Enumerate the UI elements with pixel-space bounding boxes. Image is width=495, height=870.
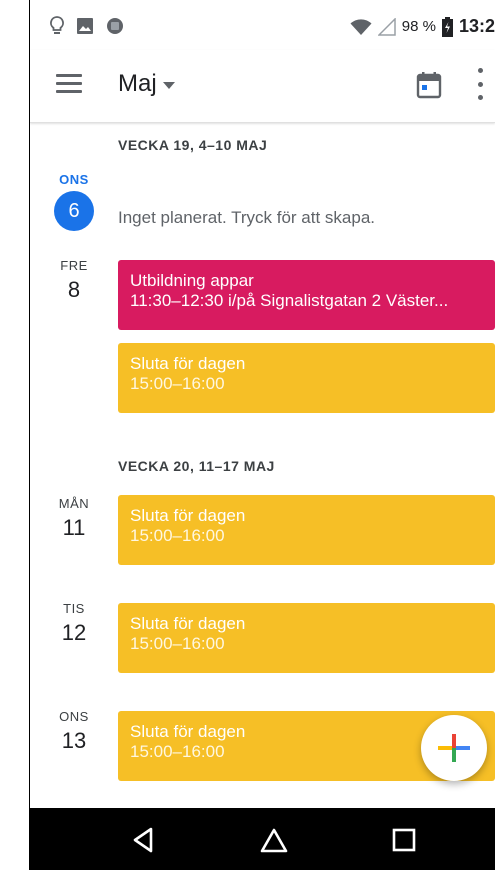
signal-icon — [377, 17, 396, 36]
battery-icon — [441, 16, 453, 37]
app-icon — [107, 18, 123, 34]
status-bar: 98 % 13:2 — [30, 0, 495, 50]
day-ons-6[interactable]: ONS 6 — [44, 172, 104, 231]
plus-icon — [438, 734, 470, 762]
battery-percent: 98 % — [401, 18, 436, 35]
today-date-badge: 6 — [54, 191, 94, 231]
day-number: 8 — [67, 277, 81, 302]
month-label: Maj — [118, 70, 157, 97]
event-title: Sluta för dagen — [130, 354, 246, 373]
month-selector[interactable]: Maj — [118, 70, 175, 98]
day-number: 11 — [62, 515, 86, 540]
day-ons-13[interactable]: ONS 13 — [44, 709, 104, 754]
navigation-bar — [30, 808, 495, 870]
event-time: 15:00–16:00 — [130, 374, 225, 393]
day-tis-12[interactable]: TIS 12 — [44, 601, 104, 646]
day-of-week: FRE — [60, 258, 88, 273]
menu-icon[interactable] — [56, 74, 82, 96]
system-status: 98 % 13:2 — [350, 16, 495, 37]
phone-screen: 98 % 13:2 Maj VECKA 19, 4–10 MAJ ONS 6 I… — [30, 0, 495, 870]
wifi-icon — [350, 18, 372, 35]
event-title: Sluta för dagen — [130, 506, 246, 525]
event-card[interactable]: Utbildning appar 11:30–12:30 i/på Signal… — [118, 260, 495, 330]
left-margin — [0, 0, 30, 870]
event-card[interactable]: Sluta för dagen 15:00–16:00 — [118, 343, 495, 413]
lightbulb-icon — [50, 16, 64, 34]
more-vert-icon[interactable] — [475, 68, 485, 100]
day-number: 12 — [61, 620, 87, 645]
day-of-week: ONS — [59, 709, 89, 724]
back-icon[interactable] — [128, 824, 160, 856]
calendar-today-icon[interactable] — [416, 70, 442, 100]
event-time: 15:00–16:00 — [130, 634, 225, 653]
event-time-location: 11:30–12:30 i/på Signalistgatan 2 Väster… — [130, 291, 449, 310]
recents-icon[interactable] — [388, 824, 420, 856]
notification-icons — [50, 16, 124, 36]
create-event-button[interactable] — [421, 715, 487, 781]
app-bar: Maj — [30, 50, 495, 123]
event-title: Utbildning appar — [130, 271, 254, 290]
home-icon[interactable] — [258, 824, 290, 856]
image-icon — [77, 18, 93, 34]
day-fre-8[interactable]: FRE 8 — [44, 258, 104, 303]
event-card[interactable]: Sluta för dagen 15:00–16:00 — [118, 495, 495, 565]
caret-down-icon — [162, 82, 175, 89]
day-man-11[interactable]: MÅN 11 — [44, 496, 104, 541]
day-number: 13 — [61, 728, 87, 753]
clock: 13:2 — [458, 16, 495, 36]
empty-day-note[interactable]: Inget planerat. Tryck för att skapa. — [118, 208, 375, 228]
day-of-week: ONS — [59, 172, 89, 187]
week-header: VECKA 19, 4–10 MAJ — [118, 137, 268, 153]
event-card[interactable]: Sluta för dagen 15:00–16:00 — [118, 603, 495, 673]
event-time: 15:00–16:00 — [130, 526, 225, 545]
day-of-week: TIS — [63, 601, 85, 616]
day-of-week: MÅN — [58, 496, 90, 511]
week-header: VECKA 20, 11–17 MAJ — [118, 458, 275, 474]
event-title: Sluta för dagen — [130, 614, 246, 633]
